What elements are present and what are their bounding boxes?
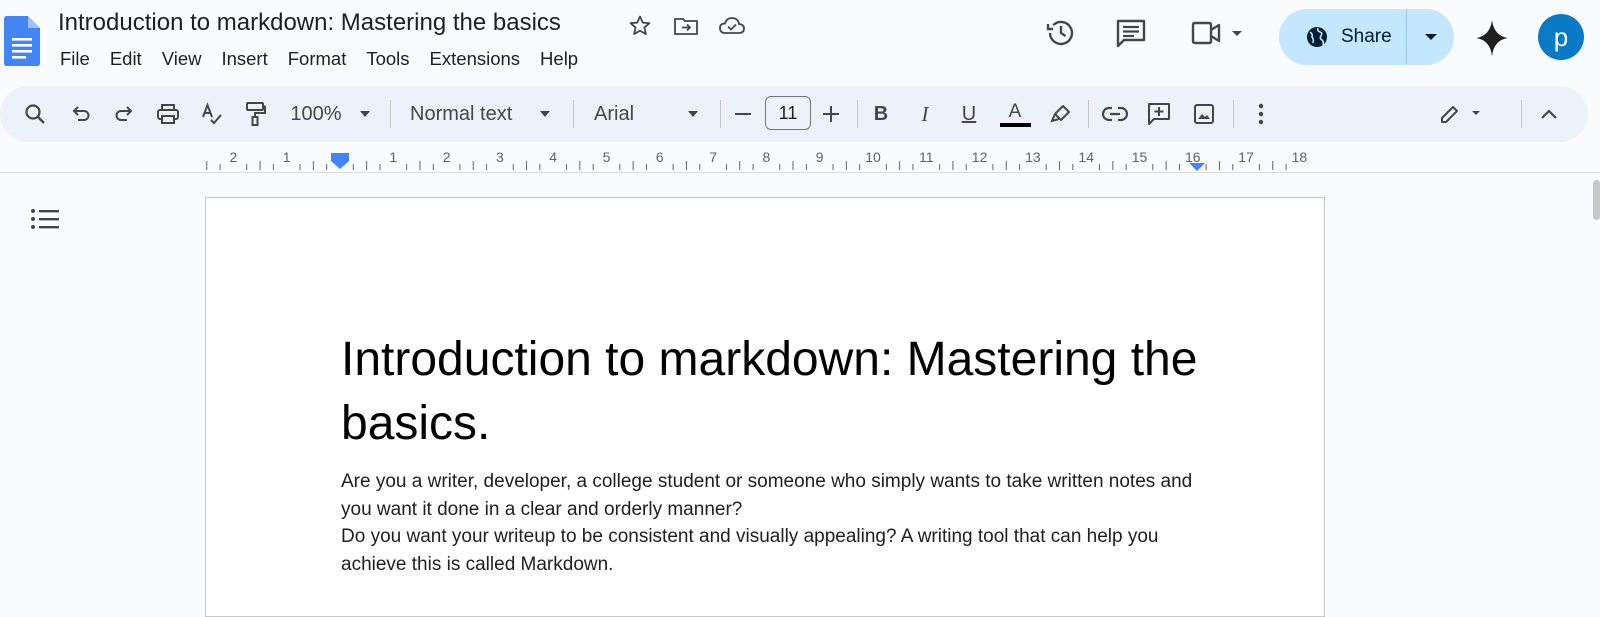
document-title[interactable]: Introduction to markdown: Mastering the … [58,9,561,37]
paint-format-icon[interactable] [240,98,270,130]
ruler-label: 12 [972,150,988,165]
underline-button[interactable]: U [954,98,984,130]
scrollbar-thumb[interactable] [1593,180,1600,220]
top-bar: Introduction to markdown: Mastering the … [0,0,1600,80]
text-color-button[interactable]: A [998,98,1032,130]
pencil-icon [1441,106,1480,123]
toolbar-divider [390,100,391,128]
ruler-label: 18 [1292,150,1308,165]
toolbar: 100% Normal text Arial 11 B I U A [0,86,1588,142]
right-indent-marker[interactable] [1189,163,1205,171]
gemini-icon[interactable] [1474,18,1510,62]
menu-insert[interactable]: Insert [211,46,277,72]
collapse-icon[interactable] [1534,98,1564,130]
share-button[interactable]: Share [1279,9,1454,65]
ruler-label: 1 [389,150,397,165]
menu-extensions[interactable]: Extensions [420,46,531,72]
ruler-label: 8 [763,150,771,165]
ruler-label: 16 [1185,150,1201,165]
star-icon[interactable] [626,12,654,40]
image-icon[interactable] [1189,98,1219,130]
ruler[interactable]: 2 1 1 2 3 4 5 6 7 8 9 10 11 12 13 14 15 16 17 18 [204,150,1326,174]
share-dropdown-icon[interactable] [1407,9,1454,65]
font-select[interactable]: Arial [594,98,674,130]
share-label: Share [1341,26,1392,47]
decrease-font-size-icon[interactable] [730,98,756,130]
ruler-label: 17 [1238,150,1254,165]
undo-icon[interactable] [66,98,96,130]
spellcheck-icon[interactable] [197,98,227,130]
ruler-label: 1 [283,150,291,165]
document-body[interactable]: Are you a writer, developer, a college s… [341,468,1201,578]
add-comment-icon[interactable] [1144,98,1174,130]
menu-help[interactable]: Help [530,46,588,72]
meet-icon[interactable] [1188,16,1246,60]
bold-button[interactable]: B [866,98,896,130]
ruler-label: 13 [1025,150,1041,165]
toolbar-divider [1521,100,1522,128]
ruler-label: 10 [865,150,881,165]
docs-logo-icon[interactable] [4,16,40,66]
highlight-icon[interactable] [1046,98,1076,130]
print-icon[interactable] [153,98,183,130]
menu-format[interactable]: Format [278,46,357,72]
ruler-label: 14 [1078,150,1094,165]
redo-icon[interactable] [109,98,139,130]
menu-view[interactable]: View [152,46,212,72]
search-icon[interactable] [20,98,50,130]
menu-edit[interactable]: Edit [100,46,152,72]
menu-tools[interactable]: Tools [356,46,419,72]
ruler-label: 15 [1132,150,1148,165]
font-dropdown-icon[interactable] [683,98,703,130]
ruler-label: 4 [549,150,557,165]
document-heading[interactable]: Introduction to markdown: Mastering the … [341,328,1201,456]
more-icon[interactable] [1246,98,1276,130]
increase-font-size-icon[interactable] [818,98,844,130]
italic-button[interactable]: I [910,98,940,130]
zoom-dropdown-icon[interactable] [355,98,375,130]
link-icon[interactable] [1100,98,1130,130]
editing-mode-button[interactable] [1436,98,1486,130]
toolbar-divider [1088,100,1089,128]
ruler-label: 5 [603,150,611,165]
paragraph[interactable]: Are you a writer, developer, a college s… [341,468,1201,523]
menu-file[interactable]: File [50,46,100,72]
zoom-select[interactable]: 100% [288,98,344,130]
toolbar-divider [857,100,858,128]
menu-bar: File Edit View Insert Format Tools Exten… [50,46,588,72]
ruler-label: 7 [709,150,717,165]
globe-icon [1307,27,1327,47]
document-page[interactable]: Introduction to markdown: Mastering the … [205,197,1325,617]
style-dropdown-icon[interactable] [535,98,555,130]
ruler-label: 6 [656,150,664,165]
left-indent-marker[interactable] [331,157,349,169]
avatar[interactable]: p [1538,14,1584,60]
outline-icon[interactable] [30,206,60,234]
ruler-label: 11 [919,150,934,165]
history-icon[interactable] [1044,16,1078,60]
ruler-label: 2 [230,150,238,165]
toolbar-divider [1233,100,1234,128]
font-size-input[interactable]: 11 [765,96,811,130]
toolbar-divider [573,100,574,128]
ruler-label: 9 [816,150,824,165]
ruler-label: 2 [443,150,451,165]
text-color-swatch [999,122,1031,127]
style-select[interactable]: Normal text [410,98,522,130]
comment-icon[interactable] [1114,16,1148,60]
toolbar-divider [720,100,721,128]
text-color-label: A [1008,100,1022,122]
ruler-label: 3 [496,150,504,165]
paragraph[interactable]: Do you want your writeup to be consisten… [341,523,1201,578]
first-line-indent-marker[interactable] [331,153,349,157]
cloud-saved-icon[interactable] [718,12,746,40]
ruler-divider [0,172,1600,173]
move-folder-icon[interactable] [672,12,700,40]
